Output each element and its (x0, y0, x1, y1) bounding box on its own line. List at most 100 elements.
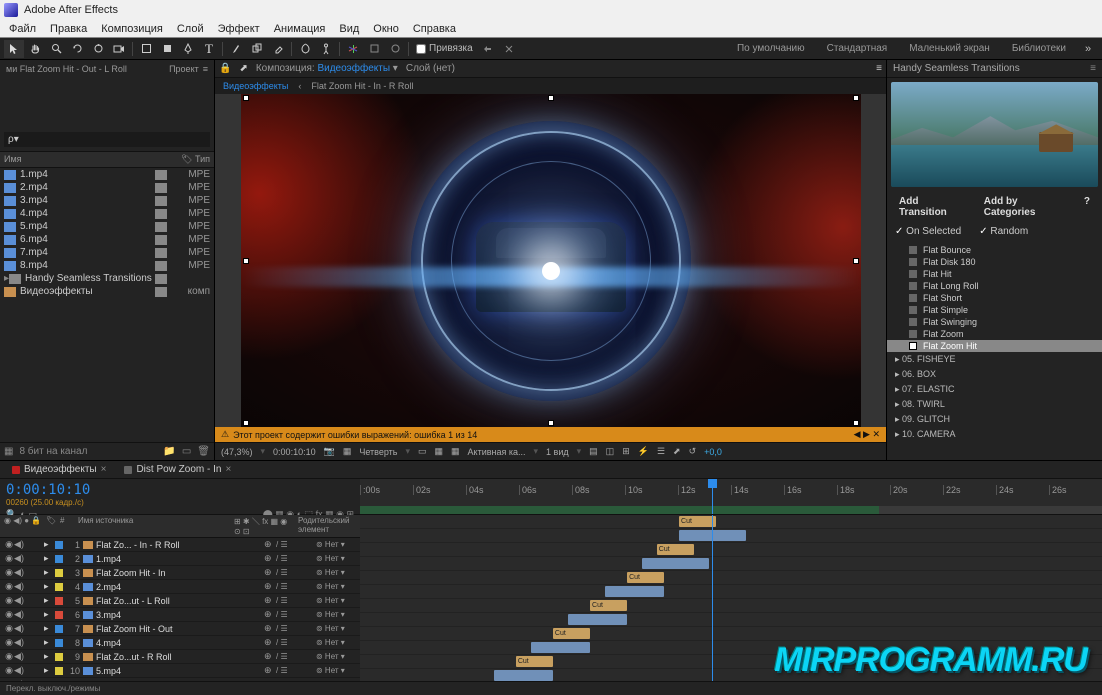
on-selected-toggle[interactable]: On Selected (906, 226, 961, 237)
project-item[interactable]: Видеоэффектыкомп (0, 285, 214, 298)
pixel-aspect-icon[interactable]: ⊞ (622, 446, 630, 457)
layer-row[interactable]: ◉◀)▸21.mp4⊕/ ☰⊚ Нет ▾ (0, 552, 360, 566)
timeline-tab[interactable]: Dist Pow Zoom - In× (116, 462, 239, 477)
ws-lib[interactable]: Библиотеки (1002, 40, 1076, 58)
breadcrumb-root[interactable]: Видеоэффекты (223, 81, 288, 91)
transform-handle[interactable] (853, 420, 859, 426)
views-dropdown[interactable]: 1 вид (546, 447, 569, 457)
ws-more[interactable]: » (1078, 40, 1098, 58)
hst-group[interactable]: ▸ 05. FISHEYE (887, 352, 1102, 367)
snap-options[interactable] (478, 40, 498, 58)
timeline-icon[interactable]: ☰ (657, 446, 665, 457)
project-item[interactable]: 7.mp4MPE (0, 246, 214, 259)
roto-tool[interactable] (295, 40, 315, 58)
layer-row[interactable]: ◉◀)▸7Flat Zoom Hit - Out⊕/ ☰⊚ Нет ▾ (0, 622, 360, 636)
col-source[interactable]: Имя источника (78, 516, 230, 536)
help-button[interactable]: ? (1080, 194, 1094, 220)
selection-tool[interactable] (4, 40, 24, 58)
puppet-tool[interactable] (316, 40, 336, 58)
zoom-tool[interactable] (46, 40, 66, 58)
random-toggle[interactable]: Random (990, 226, 1028, 237)
hst-group[interactable]: ▸ 06. BOX (887, 367, 1102, 382)
project-list[interactable]: 1.mp4MPE2.mp4MPE3.mp4MPE4.mp4MPE5.mp4MPE… (0, 168, 214, 442)
toggle-switches[interactable]: Перекл. выключ./режимы (6, 684, 100, 693)
hst-group[interactable]: ▸ 09. GLITCH (887, 412, 1102, 427)
hst-item[interactable]: Flat Hit (887, 268, 1102, 280)
timeline-tab[interactable]: Видеоэффекты× (4, 462, 114, 477)
project-search[interactable] (4, 132, 210, 147)
channel-icon[interactable]: ▦ (343, 446, 352, 457)
panel-menu-icon[interactable]: ≡ (203, 64, 208, 74)
pan-behind-tool[interactable] (136, 40, 156, 58)
project-tab[interactable]: Проект (169, 64, 199, 74)
transform-handle[interactable] (548, 95, 554, 101)
menu-Слой[interactable]: Слой (170, 21, 211, 37)
zoom-level[interactable]: (47,3%) (221, 447, 253, 457)
track-row[interactable]: Cut (360, 571, 1102, 585)
col-parent[interactable]: Родительский элемент (298, 516, 356, 536)
panel-menu-icon[interactable]: ≡ (1090, 63, 1096, 74)
hst-item[interactable]: Flat Zoom (887, 328, 1102, 340)
transform-handle[interactable] (548, 420, 554, 426)
hst-item[interactable]: Flat Disk 180 (887, 256, 1102, 268)
project-item[interactable]: 8.mp4MPE (0, 259, 214, 272)
project-item[interactable]: ▸ Handy Seamless Transitions (0, 272, 214, 285)
layer-row[interactable]: ◉◀)▸1Flat Zo... - In - R Roll⊕/ ☰⊚ Нет ▾ (0, 538, 360, 552)
hst-item[interactable]: Flat Zoom Hit (887, 340, 1102, 352)
menu-Правка[interactable]: Правка (43, 21, 94, 37)
camera-dropdown[interactable]: Активная ка... (468, 447, 526, 457)
fast-preview-icon[interactable]: ⚡ (638, 446, 649, 457)
new-folder-icon[interactable]: 📁 (163, 446, 175, 457)
layer-row[interactable]: ◉◀)▸63.mp4⊕/ ☰⊚ Нет ▾ (0, 608, 360, 622)
panel-menu-icon[interactable]: ≡ (876, 63, 882, 74)
current-time[interactable]: 0:00:10:10 (6, 482, 354, 498)
menu-Анимация[interactable]: Анимация (267, 21, 333, 37)
transform-handle[interactable] (853, 95, 859, 101)
menu-Эффект[interactable]: Эффект (211, 21, 267, 37)
project-item[interactable]: 5.mp4MPE (0, 220, 214, 233)
exposure[interactable]: +0,0 (704, 447, 722, 457)
camera-tool[interactable] (109, 40, 129, 58)
layer-row[interactable]: ◉◀)▸42.mp4⊕/ ☰⊚ Нет ▾ (0, 580, 360, 594)
layer-row[interactable]: ◉◀)▸9Flat Zo...ut - R Roll⊕/ ☰⊚ Нет ▾ (0, 650, 360, 664)
snap-grid[interactable] (499, 40, 519, 58)
clip[interactable]: Cut (590, 600, 627, 611)
flow-icon[interactable]: ⬈ (239, 63, 247, 74)
current-time-indicator[interactable] (712, 515, 713, 681)
roi-icon[interactable]: ▭ (418, 446, 427, 457)
hst-group[interactable]: ▸ 10. CAMERA (887, 427, 1102, 442)
project-item[interactable]: 4.mp4MPE (0, 207, 214, 220)
resolution[interactable]: Четверть (359, 447, 397, 457)
transform-handle[interactable] (243, 420, 249, 426)
add-transition-button[interactable]: Add Transition (895, 194, 962, 220)
menu-Окно[interactable]: Окно (366, 21, 406, 37)
clip[interactable] (531, 642, 590, 653)
col-type[interactable]: Тип (195, 154, 210, 164)
hand-tool[interactable] (25, 40, 45, 58)
hst-item[interactable]: Flat Simple (887, 304, 1102, 316)
breadcrumb-leaf[interactable]: Flat Zoom Hit - In - R Roll (311, 81, 413, 91)
clip[interactable] (568, 614, 627, 625)
clip[interactable]: Cut (657, 544, 694, 555)
track-row[interactable]: Cut (360, 515, 1102, 529)
ws-default[interactable]: По умолчанию (727, 40, 815, 58)
3d-icon[interactable]: ▦ (451, 446, 460, 457)
orbit-tool[interactable] (67, 40, 87, 58)
add-by-categories-button[interactable]: Add by Categories (980, 194, 1062, 220)
track-row[interactable] (360, 557, 1102, 571)
clip[interactable] (494, 670, 553, 681)
ws-standard[interactable]: Стандартная (817, 40, 898, 58)
eraser-tool[interactable] (268, 40, 288, 58)
hst-item[interactable]: Flat Short (887, 292, 1102, 304)
world-axis[interactable] (364, 40, 384, 58)
comp-flow-icon[interactable]: ⬈ (673, 446, 681, 457)
transparency-icon[interactable]: ▦ (435, 446, 444, 457)
bpc-toggle[interactable]: 8 бит на канал (19, 446, 87, 457)
text-tool[interactable]: T (199, 40, 219, 58)
track-row[interactable] (360, 613, 1102, 627)
interpret-icon[interactable]: ▦ (4, 446, 13, 457)
current-time-indicator[interactable] (712, 479, 713, 514)
hst-group[interactable]: ▸ 07. ELASTIC (887, 382, 1102, 397)
clip[interactable]: Cut (679, 516, 716, 527)
timecode[interactable]: 0:00:10:10 (273, 447, 316, 457)
